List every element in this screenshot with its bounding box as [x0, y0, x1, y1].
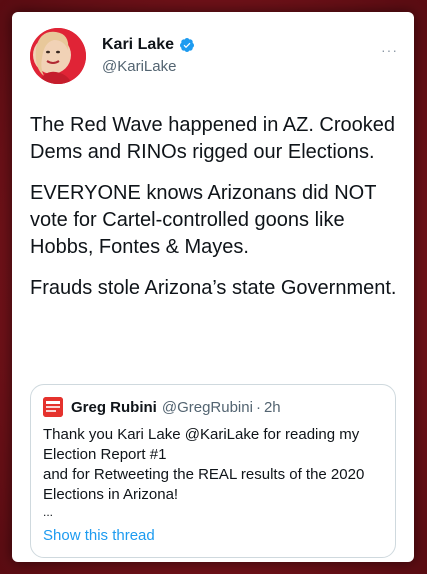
show-thread-link[interactable]: Show this thread: [43, 527, 383, 544]
quoted-tweet-header: Greg Rubini @GregRubini · 2h: [43, 397, 383, 417]
tweet-paragraph: The Red Wave happened in AZ. Crooked Dem…: [30, 114, 396, 163]
tweet-card[interactable]: Kari Lake @KariLake ··· The Red Wave hap…: [12, 12, 414, 562]
quoted-author-avatar[interactable]: [43, 397, 63, 417]
tweet-paragraph: Frauds stole Arizona’s state Government.: [30, 277, 397, 299]
quoted-tweet[interactable]: Greg Rubini @GregRubini · 2h Thank you K…: [30, 384, 396, 558]
quoted-timestamp[interactable]: 2h: [264, 399, 281, 416]
tweet-paragraph: EVERYONE knows Arizonans did NOT vote fo…: [30, 182, 377, 258]
quoted-avatar-logo: [43, 397, 63, 417]
quoted-line: Elections in Arizona!: [43, 486, 179, 503]
quoted-ellipsis: ...: [43, 505, 54, 519]
author-name[interactable]: Kari Lake: [102, 36, 174, 54]
page-background: Kari Lake @KariLake ··· The Red Wave hap…: [0, 0, 427, 574]
tweet-text: The Red Wave happened in AZ. Crooked Dem…: [30, 112, 402, 316]
avatar-photo: [30, 28, 86, 84]
quoted-line: and for Retweeting the REAL results of t…: [43, 466, 365, 483]
author-name-row[interactable]: Kari Lake: [102, 36, 195, 54]
quoted-author-handle[interactable]: @GregRubini: [162, 399, 253, 416]
quoted-author-name[interactable]: Greg Rubini: [71, 399, 157, 416]
avatar[interactable]: [30, 28, 86, 84]
quoted-tweet-text: Thank you Kari Lake @KariLake for readin…: [43, 425, 383, 519]
author-handle[interactable]: @KariLake: [102, 58, 176, 75]
verified-badge-icon: [180, 38, 195, 52]
quoted-line: Election Report #1: [43, 446, 167, 463]
more-horizontal-icon[interactable]: ···: [381, 42, 398, 58]
separator-dot: ·: [255, 398, 261, 416]
quoted-line: Thank you Kari Lake @KariLake for readin…: [43, 426, 360, 443]
